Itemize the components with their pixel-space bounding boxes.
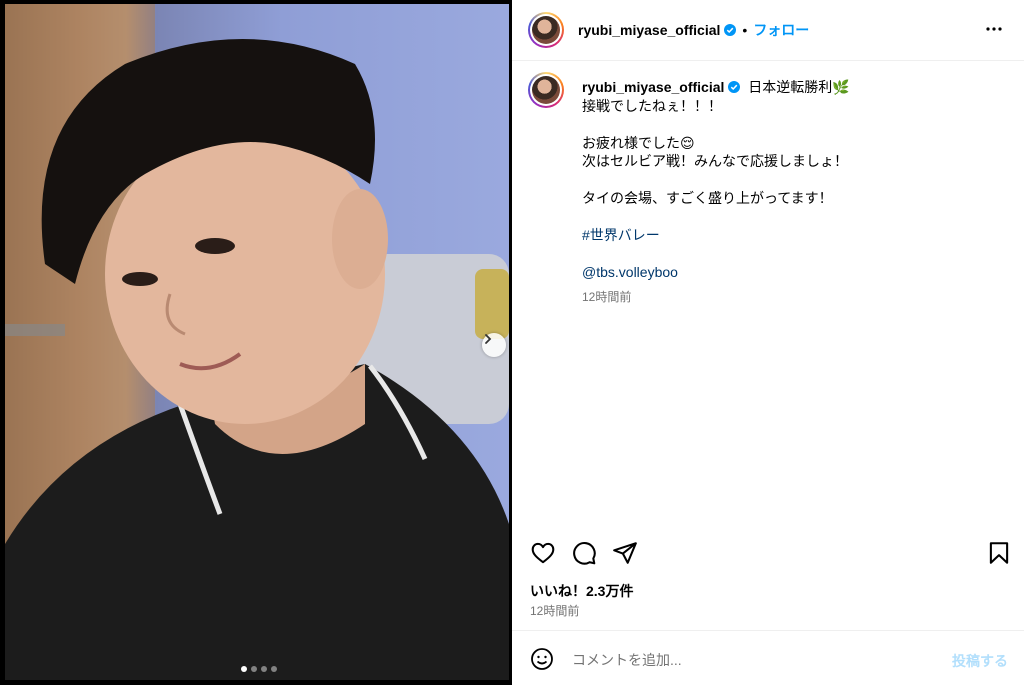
- post-comment-button[interactable]: 投稿する: [952, 651, 1008, 671]
- next-slide-button[interactable]: [482, 333, 506, 357]
- comment-button[interactable]: [571, 540, 597, 566]
- post-timestamp[interactable]: 12時間前: [530, 602, 579, 619]
- caption-line: タイの会場、すごく盛り上がってます！: [582, 190, 833, 206]
- carousel-dot: [261, 666, 267, 672]
- carousel-dot: [241, 666, 247, 672]
- carousel-dot: [271, 666, 277, 672]
- chevron-right-icon: [485, 334, 492, 344]
- avatar[interactable]: [528, 12, 564, 48]
- caption-line: お疲れ様でした😌: [582, 134, 695, 151]
- caption-timestamp[interactable]: 12時間前: [582, 288, 1002, 307]
- header-username[interactable]: ryubi_miyase_official: [578, 22, 720, 38]
- verified-badge-icon: [728, 81, 741, 93]
- caption-username[interactable]: ryubi_miyase_official: [582, 79, 724, 95]
- selfie-illustration: [5, 4, 509, 680]
- action-bar: [512, 532, 1024, 574]
- caption-section: ryubi_miyase_official 日本逆転勝利🌿 接戦でしたねぇ！！！…: [512, 61, 1024, 531]
- more-options-button[interactable]: [984, 19, 1004, 39]
- smiley-icon: [531, 648, 553, 670]
- send-icon: [613, 542, 637, 564]
- more-horizontal-icon: [986, 27, 1002, 31]
- like-button[interactable]: [530, 540, 556, 566]
- caption-avatar[interactable]: [528, 72, 564, 108]
- save-button[interactable]: [986, 540, 1012, 566]
- heart-icon: [531, 542, 555, 564]
- verified-badge-icon: [724, 24, 737, 36]
- bookmark-icon: [989, 542, 1009, 564]
- post-photo: [5, 4, 509, 680]
- share-button[interactable]: [612, 540, 638, 566]
- emoji-button[interactable]: [530, 647, 554, 671]
- comment-icon: [573, 542, 596, 565]
- mention-link[interactable]: @tbs.volleyboo: [582, 263, 1002, 282]
- carousel-dot: [251, 666, 257, 672]
- follow-button[interactable]: フォロー: [753, 20, 809, 40]
- caption-line: 日本逆転勝利🌿: [748, 79, 850, 95]
- caption-text: ryubi_miyase_official 日本逆転勝利🌿 接戦でしたねぇ！！！…: [582, 78, 1002, 306]
- post-side-panel: ryubi_miyase_official • フォロー ryubi_miyas…: [512, 0, 1024, 685]
- comment-input[interactable]: [570, 645, 934, 675]
- hashtag-link[interactable]: #世界バレー: [582, 226, 1002, 245]
- caption-line: 次はセルビア戦！みんなで応援しましょ！: [582, 153, 848, 169]
- likes-count[interactable]: いいね！2.3万件: [530, 581, 633, 601]
- post-header: ryubi_miyase_official • フォロー: [512, 0, 1024, 61]
- header-separator: •: [742, 22, 748, 38]
- caption-line: 接戦でしたねぇ！！！: [582, 97, 722, 114]
- comment-bar: 投稿する: [512, 630, 1024, 686]
- carousel-dots: [241, 666, 277, 672]
- post-media: [0, 0, 512, 685]
